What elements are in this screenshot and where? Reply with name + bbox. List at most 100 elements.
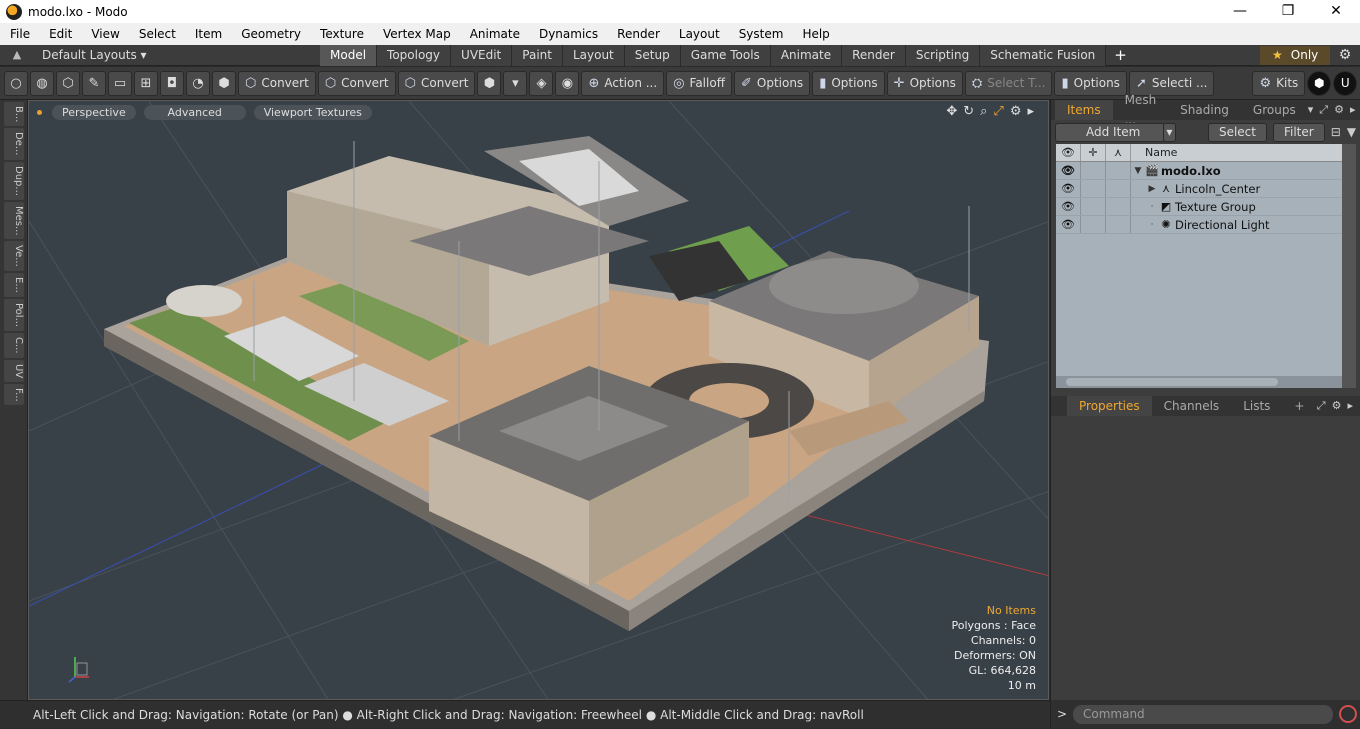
convert-button-2[interactable]: ⬡ Convert [317,70,396,96]
menu-view[interactable]: View [81,23,128,45]
collapse-icon[interactable]: ⊟ [1331,125,1341,139]
maximize-button[interactable]: ❐ [1264,0,1312,23]
panel-more-icon[interactable]: ▸ [1347,399,1353,413]
list-item-directional-light[interactable]: 👁 · ✺ Directional Light [1056,216,1342,234]
items-vertical-scrollbar[interactable] [1342,144,1356,388]
pivot-mode-icon[interactable]: ◔ [186,70,210,96]
strip-tab-basic[interactable]: B... [4,102,24,127]
list-item-modo-lxo[interactable]: 👁 ▼ 🎬 modo.lxo [1056,162,1342,180]
action-center-button[interactable]: ⊕ Action ... [581,70,665,96]
eye-icon[interactable]: 👁 [1056,216,1081,233]
vertices-mode-icon[interactable]: ○ [4,70,28,96]
panel-more-icon[interactable]: ▸ [1350,103,1356,117]
filter-button[interactable]: Filter [1272,122,1325,142]
tab-model[interactable]: Model [320,44,378,66]
strip-tab-edge[interactable]: E... [4,273,24,297]
strip-tab-fusion[interactable]: F... [4,383,24,406]
tab-scripting[interactable]: Scripting [905,44,981,66]
record-icon[interactable] [1339,705,1357,723]
minimize-button[interactable]: — [1216,0,1264,23]
menu-item[interactable]: Item [185,23,231,45]
tab-shading[interactable]: Shading [1168,100,1241,120]
symmetry-icon[interactable]: ◈ [529,70,554,96]
menu-vertex-map[interactable]: Vertex Map [373,23,460,45]
expand-triangle-icon[interactable]: ▶ [1145,180,1159,198]
filter-funnel-icon[interactable]: ▼ [1347,125,1356,139]
strip-tab-vertex[interactable]: Ve... [4,241,24,272]
collapse-icon[interactable]: ▲ [10,48,24,62]
tab-uvedit[interactable]: UVEdit [451,44,513,66]
options-button-2[interactable]: ▮ Options [812,70,885,96]
layout-dropdown[interactable]: Default Layouts ▾ [42,48,320,62]
snap-icon[interactable]: ◉ [555,70,580,96]
pan-icon[interactable]: ✥ [946,104,957,119]
tab-items[interactable]: Items [1055,100,1113,120]
strip-tab-deform[interactable]: De... [4,128,24,160]
expand-icon[interactable]: ⤢ [1319,103,1328,117]
viewport-textures-button[interactable]: Viewport Textures [253,104,372,120]
type-column-icon[interactable]: ⋏ [1106,144,1131,161]
falloff-button[interactable]: ◎ Falloff [666,70,732,96]
options-button-1[interactable]: ✐ Options [733,70,811,96]
chevron-down-icon[interactable]: ▾ [503,70,528,96]
viewport-menu-dot[interactable] [37,109,42,115]
add-tab-button[interactable]: + [1106,45,1135,66]
strip-tab-duplicate[interactable]: Dup... [4,161,24,200]
strip-tab-mesh[interactable]: Mes... [4,201,24,240]
advanced-button[interactable]: Advanced [143,104,246,120]
menu-texture[interactable]: Texture [310,23,373,45]
list-item-texture-group[interactable]: 👁 · ◩ Texture Group [1056,198,1342,216]
tab-topology[interactable]: Topology [377,44,452,66]
add-tab-button[interactable]: + [1282,396,1316,416]
tab-channels[interactable]: Channels [1152,396,1232,416]
name-column-header[interactable]: Name [1131,144,1177,161]
gear-icon[interactable]: ⚙ [1330,47,1360,63]
list-item-lincoln-center[interactable]: 👁 ▶ ⋏ Lincoln_Center [1056,180,1342,198]
fit-icon[interactable]: ⤢ [993,104,1003,119]
tab-render[interactable]: Render [842,44,906,66]
eye-icon[interactable]: 👁 [1056,198,1081,215]
strip-tab-curve[interactable]: C... [4,332,24,358]
panel-gear-icon[interactable]: ⚙ [1334,103,1344,117]
perspective-button[interactable]: Perspective [52,104,136,120]
options-button-3[interactable]: ✛ Options [886,70,963,96]
kits-button[interactable]: ⚙ Kits [1252,70,1306,96]
tab-properties[interactable]: Properties [1067,396,1152,416]
menu-animate[interactable]: Animate [460,23,529,45]
polygons-mode-icon[interactable]: ▭ [108,70,132,96]
convert-button-3[interactable]: ⬡ Convert [397,70,476,96]
tab-paint[interactable]: Paint [512,44,563,66]
unity-icon[interactable]: ⬢ [1307,70,1332,96]
select-through-button[interactable]: ⛭ Select T... [964,70,1053,96]
viewport-more-icon[interactable]: ▸ [1027,104,1034,119]
menu-render[interactable]: Render [607,23,669,45]
eye-icon[interactable]: 👁 [1056,162,1081,179]
edges-mode-icon[interactable]: ⬡ [56,70,80,96]
visibility-column-icon[interactable]: 👁 [1056,144,1081,161]
tab-layout[interactable]: Layout [562,44,625,66]
add-item-button[interactable]: Add Item [1055,122,1165,142]
viewport-settings-icon[interactable]: ⚙ [1010,104,1022,119]
close-button[interactable]: ✕ [1312,0,1360,23]
select-button[interactable]: Select [1207,122,1267,142]
3d-viewport[interactable]: Perspective Advanced Viewport Textures ✥… [28,100,1049,700]
menu-dynamics[interactable]: Dynamics [529,23,607,45]
strip-tab-uv[interactable]: UV [4,359,24,382]
expand-triangle-icon[interactable]: ▼ [1131,162,1145,180]
tab-groups[interactable]: Groups [1241,100,1308,120]
chevron-down-icon[interactable]: ▾ [1308,103,1314,117]
tab-animate[interactable]: Animate [770,44,843,66]
menu-edit[interactable]: Edit [39,23,81,45]
items-horizontal-scrollbar[interactable] [1056,376,1342,388]
tab-schematic-fusion[interactable]: Schematic Fusion [980,44,1107,66]
menu-layout[interactable]: Layout [669,23,729,45]
rotate-icon[interactable]: ↻ [963,104,974,119]
add-item-dropdown[interactable]: ▾ [1162,122,1176,142]
tab-setup[interactable]: Setup [624,44,681,66]
items-mode-icon[interactable]: ⊞ [134,70,158,96]
sphere-mode-icon[interactable]: ◍ [30,70,54,96]
unreal-icon[interactable]: U [1333,70,1358,96]
cube-icon[interactable]: ⬢ [212,70,236,96]
panel-gear-icon[interactable]: ⚙ [1332,399,1342,413]
menu-file[interactable]: File [0,23,39,45]
